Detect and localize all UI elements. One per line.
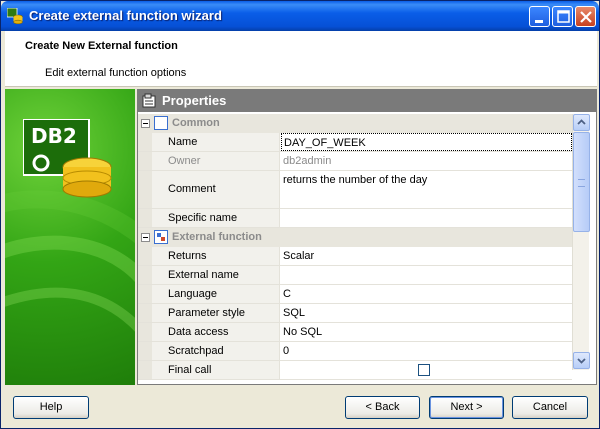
row-gutter — [138, 266, 152, 284]
property-row-owner: Owner db2admin — [138, 152, 572, 171]
cancel-button[interactable]: Cancel — [512, 396, 588, 419]
back-button[interactable]: < Back — [345, 396, 420, 419]
properties-header: Properties — [138, 90, 596, 112]
help-button[interactable]: Help — [13, 396, 89, 419]
property-row-specific-name[interactable]: Specific name — [138, 209, 572, 228]
row-gutter — [138, 323, 152, 341]
wizard-header: Create New External function Edit extern… — [5, 31, 597, 87]
properties-icon — [142, 93, 156, 108]
property-name: Comment — [152, 171, 280, 208]
row-gutter — [138, 209, 152, 227]
property-value-input[interactable]: Scalar — [281, 247, 572, 265]
property-row-language[interactable]: Language C — [138, 285, 572, 304]
row-gutter — [138, 304, 152, 322]
property-value-input[interactable]: C — [281, 285, 572, 303]
close-button[interactable] — [575, 6, 596, 27]
property-name: Final call — [152, 361, 280, 379]
side-banner: DB2 — [5, 89, 135, 385]
property-row-returns[interactable]: Returns Scalar — [138, 247, 572, 266]
property-name: Data access — [152, 323, 280, 341]
db2-logo-icon: DB2 — [23, 119, 112, 198]
property-row-parameter-style[interactable]: Parameter style SQL — [138, 304, 572, 323]
property-row-data-access[interactable]: Data access No SQL — [138, 323, 572, 342]
row-gutter — [138, 247, 152, 265]
category-common[interactable]: Common — [138, 114, 572, 133]
maximize-icon — [557, 10, 570, 23]
chevron-down-icon — [577, 358, 586, 364]
wizard-window: Create external function wizard Create N… — [0, 0, 600, 429]
property-name: Scratchpad — [152, 342, 280, 360]
row-gutter — [138, 361, 152, 379]
property-row-scratchpad[interactable]: Scratchpad 0 — [138, 342, 572, 361]
row-gutter — [138, 152, 152, 170]
scroll-thumb[interactable] — [573, 132, 590, 232]
collapse-icon[interactable] — [141, 119, 150, 128]
minimize-icon — [535, 20, 543, 23]
vertical-scrollbar[interactable] — [572, 114, 590, 370]
property-row-external-name[interactable]: External name — [138, 266, 572, 285]
category-label: External function — [172, 231, 262, 243]
property-value-input[interactable]: SQL — [281, 304, 572, 322]
collapse-icon[interactable] — [141, 233, 150, 242]
category-common-icon — [154, 116, 168, 130]
property-row-comment[interactable]: Comment returns the number of the day — [138, 171, 572, 209]
property-row-final-call[interactable]: Final call — [138, 361, 572, 380]
db2-logo-text: DB2 — [31, 124, 77, 148]
close-icon — [580, 11, 592, 23]
property-name: Parameter style — [152, 304, 280, 322]
property-value: db2admin — [283, 155, 332, 167]
property-name: External name — [152, 266, 280, 284]
title-bar[interactable]: Create external function wizard — [1, 1, 599, 31]
next-button[interactable]: Next > — [429, 396, 504, 419]
category-label: Common — [172, 117, 220, 129]
property-value-input[interactable]: 0 — [281, 342, 572, 360]
category-external-icon — [154, 230, 168, 244]
property-name: Returns — [152, 247, 280, 265]
property-name: Name — [152, 133, 280, 151]
chevron-up-icon — [577, 119, 586, 125]
property-name: Specific name — [152, 209, 280, 227]
window-title: Create external function wizard — [29, 8, 222, 23]
properties-title: Properties — [162, 93, 227, 108]
property-value-input[interactable] — [281, 209, 572, 227]
row-gutter — [138, 285, 152, 303]
property-row-name[interactable]: Name DAY_OF_WEEK — [138, 133, 572, 152]
row-gutter — [138, 342, 152, 360]
property-grid: Common Name DAY_OF_WEEK Owner db2admin C… — [138, 114, 572, 384]
row-gutter — [138, 133, 152, 151]
property-value-input[interactable]: DAY_OF_WEEK — [281, 133, 572, 151]
properties-panel: Properties Common Name DAY_OF_WEEK Owner… — [137, 89, 597, 385]
property-name: Language — [152, 285, 280, 303]
scroll-up-button[interactable] — [573, 114, 590, 131]
scroll-down-button[interactable] — [573, 352, 590, 369]
row-gutter — [138, 171, 152, 208]
step-subtitle: Edit external function options — [45, 67, 187, 79]
maximize-button[interactable] — [552, 6, 573, 27]
property-value-input[interactable] — [281, 266, 572, 284]
step-title: Create New External function — [25, 40, 178, 52]
database-icon — [7, 8, 23, 24]
property-value-input[interactable]: No SQL — [281, 323, 572, 341]
property-value-input[interactable]: returns the number of the day — [281, 171, 572, 208]
final-call-checkbox[interactable] — [418, 364, 430, 376]
minimize-button[interactable] — [529, 6, 550, 27]
property-name: Owner — [152, 152, 280, 170]
category-external-function[interactable]: External function — [138, 228, 572, 247]
